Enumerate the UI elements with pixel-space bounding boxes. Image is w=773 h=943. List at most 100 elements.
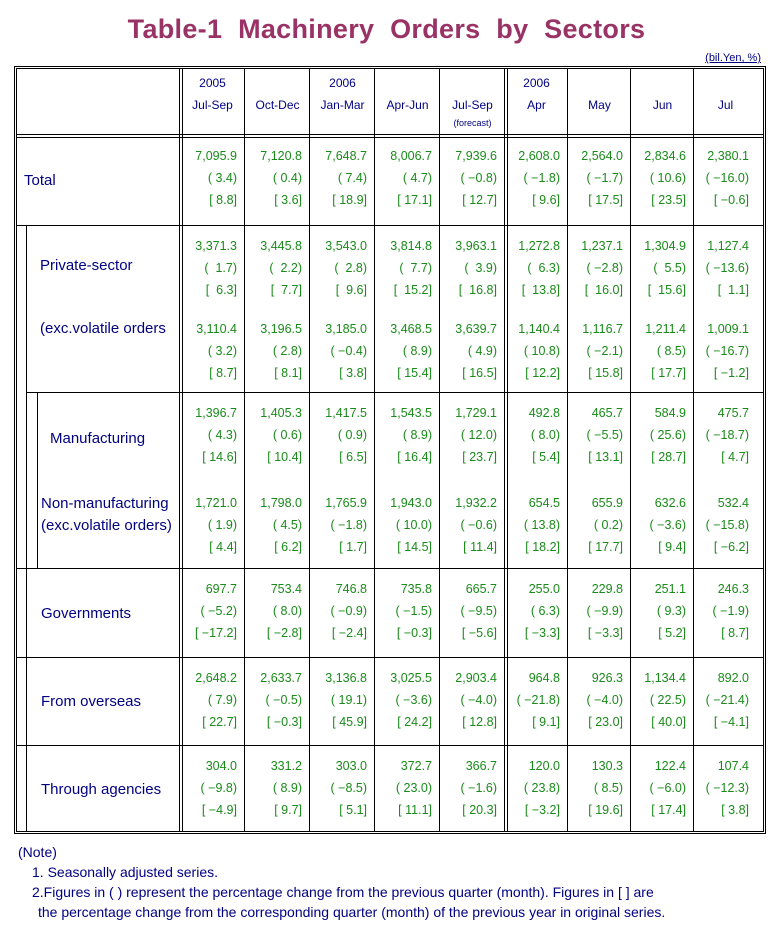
table-cell: 735.8 ( −1.5) [ −0.3] xyxy=(375,578,432,644)
cell-qoq-change: ( 0.4) xyxy=(272,171,302,185)
cell-qoq-change: ( 9.3) xyxy=(656,604,686,618)
cell-qoq-change: ( 6.3) xyxy=(527,261,560,275)
cell-value: 107.4 xyxy=(717,759,749,773)
cell-qoq-change: ( 8.5) xyxy=(593,781,623,795)
table-cell: 1,272.8 ( 6.3) [ 13.8] xyxy=(505,235,560,301)
cell-qoq-change: ( −4.0) xyxy=(460,693,497,707)
cell-value: 3,371.3 xyxy=(195,239,237,253)
cell-yoy-change: [ 3.8] xyxy=(339,366,367,380)
row-divider xyxy=(17,568,763,569)
cell-value: 753.4 xyxy=(270,582,302,596)
table-cell: 3,445.8 ( 2.2) [ 7.7] xyxy=(245,235,302,301)
cell-value: 122.4 xyxy=(654,759,686,773)
table-cell: 303.0 ( −8.5) [ 5.1] xyxy=(310,755,367,821)
cell-yoy-change: [ 23.5] xyxy=(651,193,686,207)
cell-yoy-change: [ −6.2] xyxy=(713,540,749,554)
cell-yoy-change: [ 17.7] xyxy=(588,540,623,554)
table-cell: 2,834.6 ( 10.6) [ 23.5] xyxy=(631,145,686,211)
cell-yoy-change: [ −0.3] xyxy=(396,626,432,640)
table-cell: 3,196.5 ( 2.8) [ 8.1] xyxy=(245,318,302,384)
row-label-sub: (exc.volatile orders) xyxy=(41,517,172,534)
cell-qoq-change: ( 5.5) xyxy=(653,261,686,275)
cell-value: 366.7 xyxy=(465,759,497,773)
cell-value: 1,237.1 xyxy=(581,239,623,253)
column-header-period: Jan-Mar xyxy=(320,98,365,112)
cell-value: 1,304.9 xyxy=(644,239,686,253)
cell-yoy-change: [ 6.2] xyxy=(274,540,302,554)
table-cell: 2,903.4 ( −4.0) [ 12.8] xyxy=(440,667,497,733)
cell-value: 2,834.6 xyxy=(644,149,686,163)
row-divider xyxy=(26,392,763,393)
cell-qoq-change: ( 4.5) xyxy=(272,518,302,532)
cell-yoy-change: [ −4.1] xyxy=(713,715,749,729)
table-cell: 1,405.3 ( 0.6) [ 10.4] xyxy=(245,402,302,468)
table-cell: 107.4 ( −12.3) [ 3.8] xyxy=(694,755,749,821)
cell-qoq-change: ( 6.3) xyxy=(530,604,560,618)
cell-yoy-change: [ −0.3] xyxy=(266,715,302,729)
table-cell: 2,633.7 ( −0.5) [ −0.3] xyxy=(245,667,302,733)
cell-value: 492.8 xyxy=(528,406,560,420)
cell-qoq-change: ( 8.9) xyxy=(402,344,432,358)
column-header: Apr-Jun xyxy=(375,72,440,130)
table-cell: 584.9 ( 25.6) [ 28.7] xyxy=(631,402,686,468)
cell-qoq-change: ( 22.5) xyxy=(649,693,686,707)
table-cell: 7,095.9 ( 3.4) [ 8.8] xyxy=(180,145,237,211)
cell-value: 584.9 xyxy=(654,406,686,420)
cell-qoq-change: ( −1.9) xyxy=(712,604,749,618)
cell-value: 304.0 xyxy=(205,759,237,773)
table-cell: 3,185.0 ( −0.4) [ 3.8] xyxy=(310,318,367,384)
cell-yoy-change: [ 9.6] xyxy=(532,193,560,207)
row-label: Manufacturing xyxy=(50,430,146,447)
cell-qoq-change: ( 2.8) xyxy=(272,344,302,358)
cell-yoy-change: [ 16.5] xyxy=(462,366,497,380)
cell-yoy-change: [ 24.2] xyxy=(397,715,432,729)
cell-yoy-change: [ 16.8] xyxy=(458,283,497,297)
cell-qoq-change: ( −3.6) xyxy=(649,518,686,532)
table-cell: 7,939.6 ( −0.8) [ 12.7] xyxy=(440,145,497,211)
cell-qoq-change: ( −5.5) xyxy=(586,428,623,442)
cell-yoy-change: [ 3.6] xyxy=(274,193,302,207)
unit-label: (bil.Yen, %) xyxy=(705,52,761,64)
cell-yoy-change: [ 13.8] xyxy=(521,283,560,297)
cell-yoy-change: [ 6.5] xyxy=(339,450,367,464)
note-item: 1. Seasonally adjusted series. xyxy=(32,864,218,880)
cell-qoq-change: ( 10.8) xyxy=(523,344,560,358)
column-header-period: Jul-Sep xyxy=(192,98,233,112)
table-cell: 229.8 ( −9.9) [ −3.3] xyxy=(568,578,623,644)
cell-qoq-change: ( −0.9) xyxy=(330,604,367,618)
row-label: Private-sector xyxy=(40,257,133,274)
table-cell: 304.0 ( −9.8) [ −4.9] xyxy=(180,755,237,821)
cell-yoy-change: [ 20.3] xyxy=(462,803,497,817)
cell-yoy-change: [ 8.8] xyxy=(209,193,237,207)
cell-value: 3,185.0 xyxy=(325,322,367,336)
table-cell: 655.9 ( 0.2) [ 17.7] xyxy=(568,492,623,558)
column-header: Jul xyxy=(694,72,757,130)
cell-yoy-change: [ 6.3] xyxy=(205,283,237,297)
table-cell: 1,798.0 ( 4.5) [ 6.2] xyxy=(245,492,302,558)
cell-qoq-change: ( 7.7) xyxy=(399,261,432,275)
cell-qoq-change: ( −1.7) xyxy=(586,171,623,185)
table-cell: 255.0 ( 6.3) [ −3.3] xyxy=(505,578,560,644)
cell-qoq-change: ( 10.0) xyxy=(395,518,432,532)
column-header-period: May xyxy=(588,98,611,112)
cell-yoy-change: [ 45.9] xyxy=(332,715,367,729)
cell-qoq-change: ( 8.9) xyxy=(402,428,432,442)
cell-yoy-change: [ −2.8] xyxy=(266,626,302,640)
table-cell: 122.4 ( −6.0) [ 17.4] xyxy=(631,755,686,821)
cell-qoq-change: ( 4.3) xyxy=(207,428,237,442)
cell-yoy-change: [ 8.7] xyxy=(721,626,749,640)
cell-value: 2,648.2 xyxy=(195,671,237,685)
cell-qoq-change: ( 7.4) xyxy=(337,171,367,185)
table-cell: 1,729.1 ( 12.0) [ 23.7] xyxy=(440,402,497,468)
table-cell: 1,116.7 ( −2.1) [ 15.8] xyxy=(568,318,623,384)
cell-yoy-change: [ −17.2] xyxy=(194,626,237,640)
cell-qoq-change: ( 8.5) xyxy=(656,344,686,358)
cell-yoy-change: [ 12.7] xyxy=(462,193,497,207)
cell-value: 3,543.0 xyxy=(325,239,367,253)
column-header-year: 2006 xyxy=(329,76,356,90)
cell-yoy-change: [ 15.4] xyxy=(397,366,432,380)
table-cell: 2,608.0 ( −1.8) [ 9.6] xyxy=(505,145,560,211)
cell-yoy-change: [ 15.8] xyxy=(588,366,623,380)
cell-yoy-change: [ 14.5] xyxy=(397,540,432,554)
cell-qoq-change: ( 4.7) xyxy=(402,171,432,185)
